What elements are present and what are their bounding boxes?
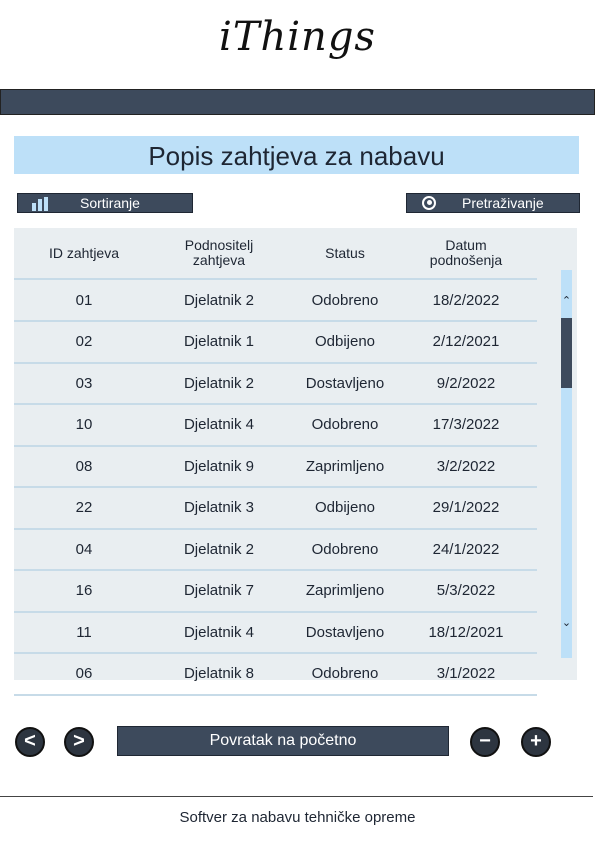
remove-button[interactable]: − xyxy=(470,727,500,757)
row-id: 22 xyxy=(75,499,93,516)
requests-table: ID zahtjeva Podnositelj zahtjeva Status … xyxy=(14,228,577,696)
row-submitter: Djelatnik 2 xyxy=(183,540,255,558)
scrollbar-thumb[interactable] xyxy=(561,318,572,388)
row-date: 2/12/2021 xyxy=(432,333,500,350)
row-id: 03 xyxy=(75,374,93,392)
row-status: Odobreno xyxy=(311,540,379,558)
row-status: Odobreno xyxy=(311,416,379,433)
table-row[interactable]: 04 Djelatnik 2 Odobreno 24/1/2022 xyxy=(14,529,537,571)
row-id: 08 xyxy=(75,457,93,475)
row-date: 24/1/2022 xyxy=(432,540,500,558)
header-submitter-line1: Podnositelj xyxy=(184,237,254,253)
table-row[interactable]: 16 Djelatnik 7 Zaprimljeno 5/3/2022 xyxy=(14,571,537,613)
table-row[interactable]: 11 Djelatnik 4 Dostavljeno 18/12/2021 xyxy=(14,612,537,654)
row-submitter: Djelatnik 7 xyxy=(183,582,255,599)
previous-button[interactable]: < xyxy=(15,727,45,757)
back-to-home-button[interactable]: Povratak na početno xyxy=(117,726,449,756)
table-header: ID zahtjeva Podnositelj zahtjeva Status … xyxy=(14,228,537,280)
table-row[interactable]: 03 Djelatnik 2 Dostavljeno 9/2/2022 xyxy=(14,363,537,405)
globe-icon xyxy=(422,196,436,210)
search-label: Pretraživanje xyxy=(462,195,544,211)
chevron-right-icon: > xyxy=(73,730,85,752)
add-button[interactable]: + xyxy=(521,727,551,757)
row-date: 5/3/2022 xyxy=(436,582,496,599)
row-id: 01 xyxy=(75,291,93,309)
app-logo: iThings xyxy=(219,14,376,60)
chevron-up-icon[interactable]: ⌃ xyxy=(561,294,572,307)
row-status: Odbijeno xyxy=(314,333,376,350)
chevron-down-icon[interactable]: ⌄ xyxy=(561,616,572,629)
row-submitter: Djelatnik 8 xyxy=(183,665,255,682)
footer-divider xyxy=(0,796,593,797)
row-id: 06 xyxy=(75,665,93,682)
row-date: 9/2/2022 xyxy=(436,374,496,392)
header-status[interactable]: Status xyxy=(284,228,406,278)
header-submitter[interactable]: Podnositelj zahtjeva xyxy=(154,228,284,278)
row-date: 17/3/2022 xyxy=(432,416,500,433)
header-id[interactable]: ID zahtjeva xyxy=(14,228,154,278)
header-date-line2: podnošenja xyxy=(429,252,503,268)
top-bar xyxy=(0,89,595,115)
row-status: Odobreno xyxy=(311,665,379,682)
row-submitter: Djelatnik 4 xyxy=(183,623,255,641)
bar-chart-icon xyxy=(32,197,52,211)
row-status: Odobreno xyxy=(311,291,379,309)
next-button[interactable]: > xyxy=(64,727,94,757)
row-submitter: Djelatnik 9 xyxy=(183,457,255,475)
row-id: 04 xyxy=(75,540,93,558)
footer-text: Softver za nabavu tehničke opreme xyxy=(179,809,416,826)
row-submitter: Djelatnik 3 xyxy=(183,499,255,516)
row-submitter: Djelatnik 4 xyxy=(183,416,255,433)
row-date: 18/12/2021 xyxy=(428,623,504,641)
sort-label: Sortiranje xyxy=(80,195,140,211)
row-submitter: Djelatnik 2 xyxy=(183,291,255,309)
row-status: Odbijeno xyxy=(314,499,376,516)
row-status: Zaprimljeno xyxy=(305,582,385,599)
table-row[interactable]: 02 Djelatnik 1 Odbijeno 2/12/2021 xyxy=(14,322,537,364)
row-date: 3/2/2022 xyxy=(436,457,496,475)
search-button[interactable]: Pretraživanje xyxy=(406,193,580,213)
minus-circle-icon: − xyxy=(479,730,491,752)
row-id: 10 xyxy=(75,416,93,433)
table-row[interactable]: 08 Djelatnik 9 Zaprimljeno 3/2/2022 xyxy=(14,446,537,488)
plus-circle-icon: + xyxy=(530,730,542,752)
header-submitter-line2: zahtjeva xyxy=(192,252,246,268)
table-row[interactable]: 01 Djelatnik 2 Odobreno 18/2/2022 xyxy=(14,280,537,322)
row-date: 29/1/2022 xyxy=(432,499,500,516)
sort-button[interactable]: Sortiranje xyxy=(17,193,193,213)
chevron-left-icon: < xyxy=(24,730,36,752)
header-date-line1: Datum xyxy=(445,237,487,253)
row-status: Zaprimljeno xyxy=(305,457,385,475)
table-row[interactable]: 22 Djelatnik 3 Odbijeno 29/1/2022 xyxy=(14,488,537,530)
row-date: 3/1/2022 xyxy=(436,665,496,682)
scrollbar[interactable]: ⌃ ⌄ xyxy=(561,270,572,658)
row-id: 11 xyxy=(76,623,92,641)
row-submitter: Djelatnik 2 xyxy=(183,374,255,392)
page-title: Popis zahtjeva za nabavu xyxy=(14,136,579,174)
table-row[interactable]: 06 Djelatnik 8 Odobreno 3/1/2022 xyxy=(14,654,537,696)
row-id: 02 xyxy=(75,333,93,350)
row-submitter: Djelatnik 1 xyxy=(183,333,255,350)
row-status: Dostavljeno xyxy=(305,623,385,641)
row-status: Dostavljeno xyxy=(305,374,385,392)
row-date: 18/2/2022 xyxy=(432,291,500,309)
header-date[interactable]: Datum podnošenja xyxy=(406,228,526,278)
row-id: 16 xyxy=(75,582,93,599)
table-row[interactable]: 10 Djelatnik 4 Odobreno 17/3/2022 xyxy=(14,405,537,447)
